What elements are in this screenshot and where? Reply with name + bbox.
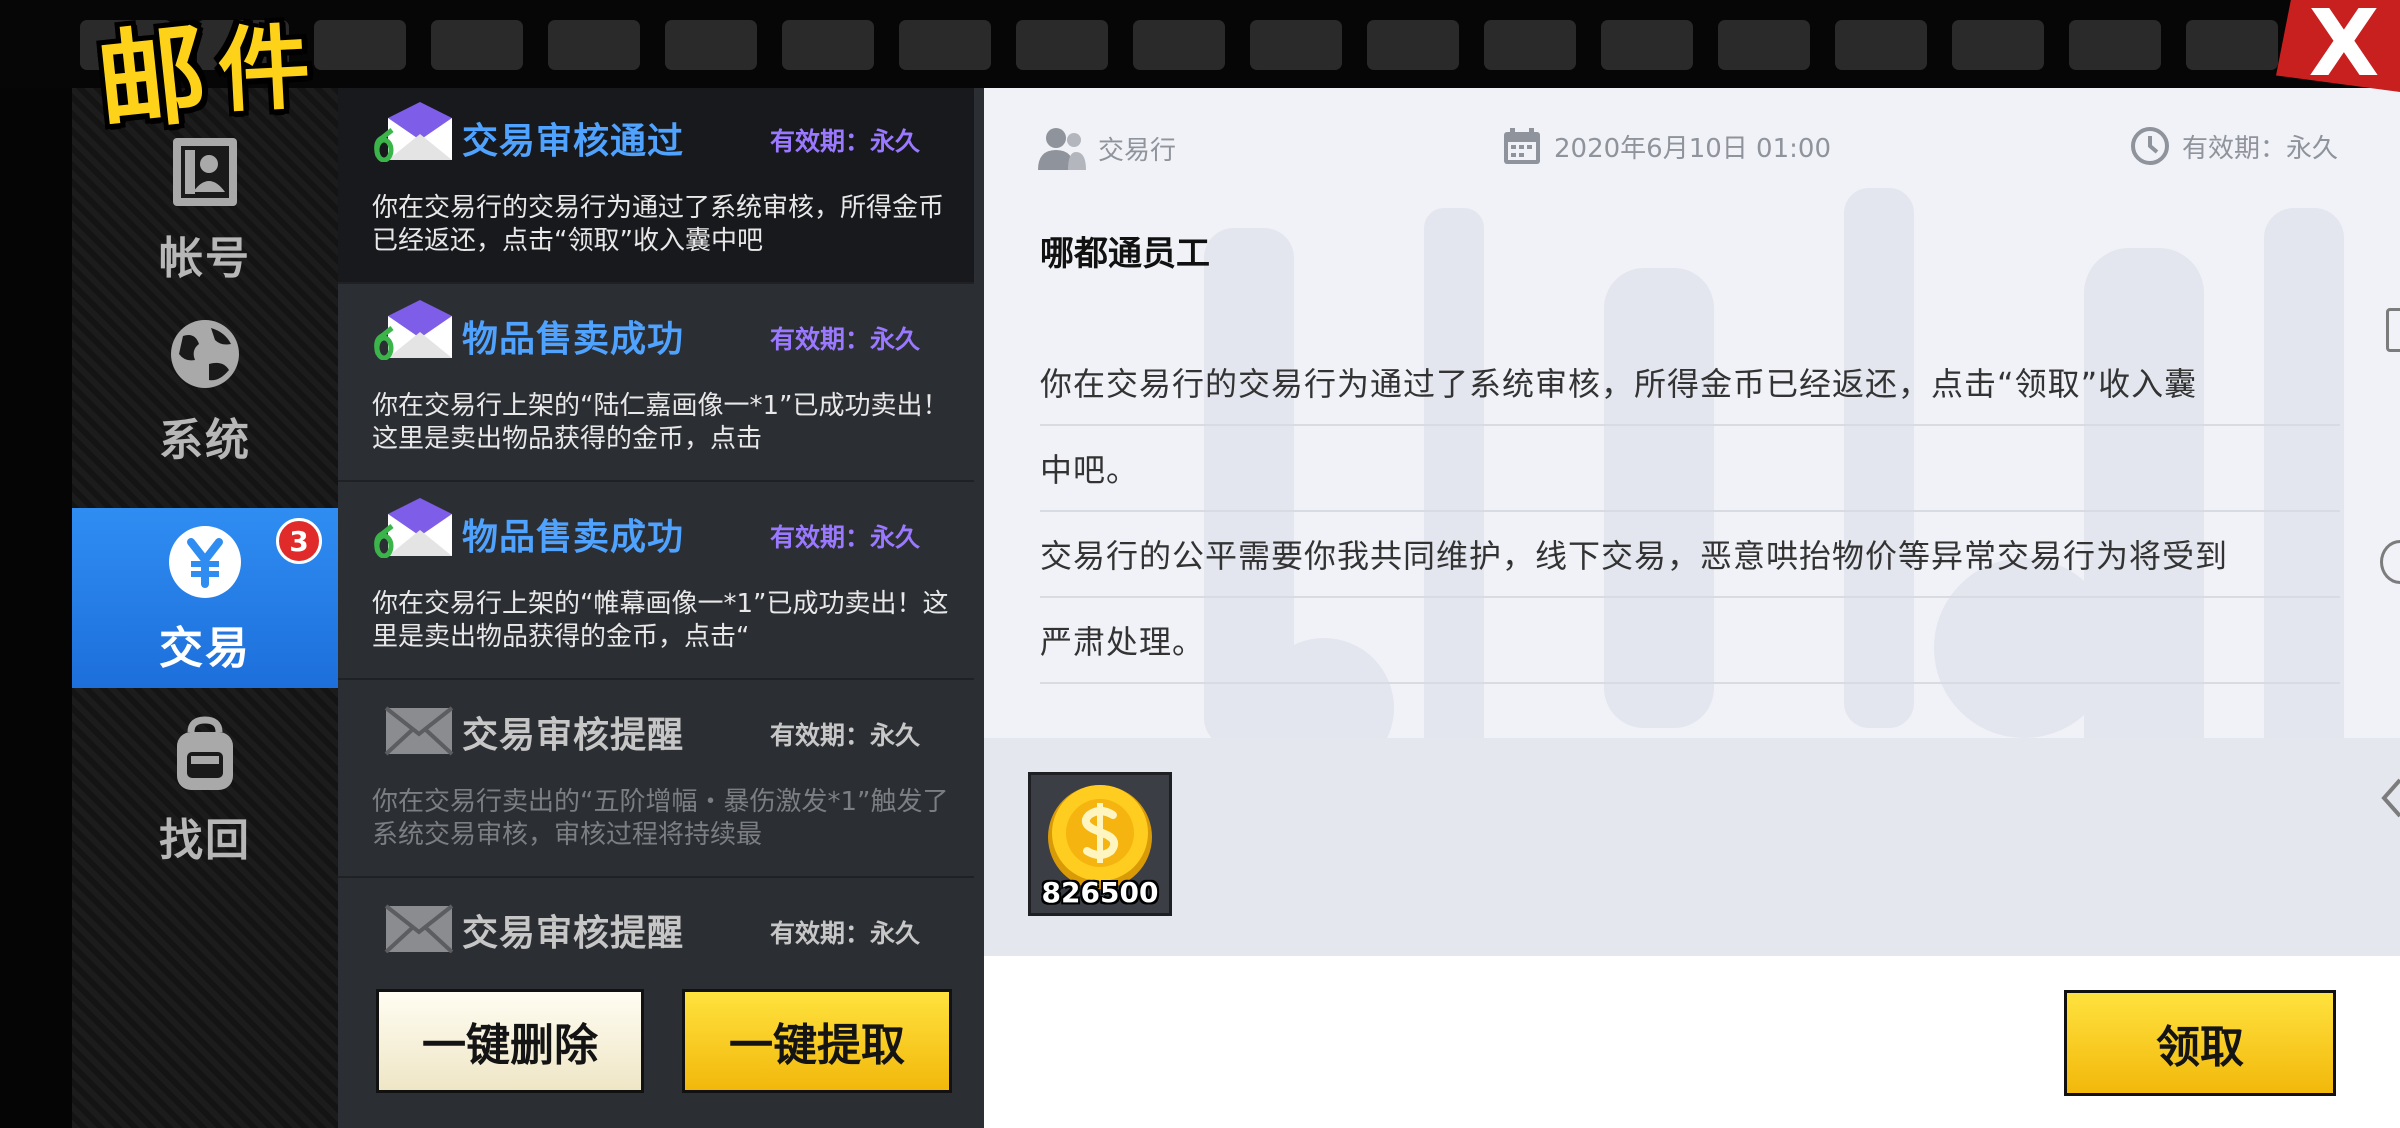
open-envelope-icon: [374, 298, 456, 361]
close-icon: X: [2308, 0, 2380, 97]
nav-label: 帐号: [159, 233, 251, 284]
people-icon: [1038, 128, 1086, 170]
mail-expiry: 有效期：永久: [770, 325, 921, 354]
mail-item[interactable]: 物品售卖成功 有效期：永久 你在交易行上架的“帷幕画像一*1”已成功卖出！这里是…: [338, 484, 974, 680]
attachment-quantity: 826500: [1041, 876, 1159, 909]
film-hole-decoration: [782, 20, 874, 70]
mail-title: 交易审核提醒: [462, 913, 685, 953]
nav-label: 系统: [159, 415, 251, 466]
mail-expiry-detail: 有效期：永久: [2182, 133, 2339, 164]
film-hole-decoration: [1016, 20, 1108, 70]
mail-title: 交易审核提醒: [462, 715, 685, 756]
closed-envelope-icon: [374, 892, 456, 953]
claim-button[interactable]: 领取: [2064, 990, 2336, 1096]
nav-item-trade[interactable]: 交易 3: [72, 508, 338, 688]
backpack-icon: [163, 712, 247, 796]
film-hole-decoration: [665, 20, 757, 70]
mail-preview: 你在交易行上架的“陆仁嘉画像一*1”已成功卖出！这里是卖出物品获得的金币，点击: [372, 391, 949, 454]
mail-item[interactable]: 交易审核提醒 有效期：永久: [338, 880, 974, 953]
mail-title: 交易审核通过: [462, 121, 685, 162]
nav-label: 交易: [159, 623, 251, 674]
nav-label: 找回: [159, 815, 251, 866]
mail-title-logo: 邮 件: [92, 8, 348, 148]
film-hole-decoration: [1601, 20, 1693, 70]
globe-icon: [163, 312, 247, 396]
nav-item-recover[interactable]: 找回: [72, 700, 338, 880]
attachment-slot[interactable]: 826500: [1028, 772, 1172, 916]
attachment-area: [984, 738, 2400, 956]
mail-item[interactable]: 交易审核提醒 有效期：永久 你在交易行卖出的“五阶增幅・暴伤激发*1”触发了系统…: [338, 682, 974, 878]
body-line: 中吧。: [1040, 426, 2340, 512]
mail-preview: 你在交易行的交易行为通过了系统审核，所得金币已经返还，点击“领取”收入囊中吧: [372, 193, 945, 256]
side-square-icon[interactable]: [2386, 308, 2400, 352]
category-sidebar: 帐号 系统 交易 3 找回: [72, 88, 338, 1128]
film-hole-decoration: [1133, 20, 1225, 70]
title-char-1: 邮: [91, 11, 213, 148]
film-hole-decoration: [548, 20, 640, 70]
side-back-icon[interactable]: [2380, 776, 2400, 820]
body-line: 交易行的公平需要你我共同维护，线下交易，恶意哄抬物价等异常交易行为将受到: [1040, 512, 2340, 598]
body-line: 严肃处理。: [1040, 598, 2340, 684]
closed-envelope-icon: [374, 694, 456, 756]
mail-date: 2020年6月10日 01:00: [1554, 133, 1831, 164]
open-envelope-icon: [374, 100, 456, 163]
mail-screen: 邮 件 X 帐号 系统 交易 3 找回 交易审核通过 有效期：永久 你在交易行的…: [0, 0, 2400, 1128]
film-hole-decoration: [1952, 20, 2044, 70]
sender-name: 交易行: [1098, 135, 1177, 166]
film-hole-decoration: [1718, 20, 1810, 70]
mail-item[interactable]: 物品售卖成功 有效期：永久 你在交易行上架的“陆仁嘉画像一*1”已成功卖出！这里…: [338, 286, 974, 482]
unread-count-badge: 3: [276, 518, 322, 564]
mail-expiry: 有效期：永久: [770, 127, 921, 156]
film-hole-decoration: [1250, 20, 1342, 70]
yen-coin-icon: [163, 520, 247, 604]
film-hole-decoration: [899, 20, 991, 70]
mail-item[interactable]: 交易审核通过 有效期：永久 你在交易行的交易行为通过了系统审核，所得金币已经返还…: [338, 88, 974, 284]
film-hole-decoration: [1484, 20, 1576, 70]
mail-list-footer: 一键删除 一键提取: [338, 953, 984, 1128]
calendar-icon: [1504, 128, 1540, 164]
body-line: 你在交易行的交易行为通过了系统审核，所得金币已经返还，点击“领取”收入囊: [1040, 340, 2340, 426]
mail-preview: 你在交易行卖出的“五阶增幅・暴伤激发*1”触发了系统交易审核，审核过程将持续最: [372, 787, 949, 850]
collect-all-button[interactable]: 一键提取: [682, 989, 952, 1093]
film-hole-decoration: [2186, 20, 2278, 70]
mail-detail-panel: 交易行 2020年6月10日 01:00 有效期：永久 哪都通员工 你在交易行的…: [984, 88, 2400, 1128]
mail-title: 物品售卖成功: [462, 319, 685, 360]
title-char-2: 件: [215, 13, 313, 126]
film-hole-decoration: [1835, 20, 1927, 70]
film-hole-decoration: [1367, 20, 1459, 70]
mail-list[interactable]: 交易审核通过 有效期：永久 你在交易行的交易行为通过了系统审核，所得金币已经返还…: [338, 88, 984, 953]
clock-icon: [2131, 127, 2169, 165]
mail-preview: 你在交易行上架的“帷幕画像一*1”已成功卖出！这里是卖出物品获得的金币，点击“: [372, 589, 949, 652]
nav-item-system[interactable]: 系统: [72, 300, 338, 480]
mail-expiry: 有效期：永久: [770, 523, 921, 552]
delete-all-button[interactable]: 一键删除: [376, 989, 644, 1093]
date-meta: 2020年6月10日 01:00: [1502, 126, 1831, 166]
open-envelope-icon: [374, 496, 456, 559]
film-hole-decoration: [431, 20, 523, 70]
recipient-greeting: 哪都通员工: [1040, 234, 1210, 274]
top-filmstrip-decoration: [0, 0, 2400, 88]
film-hole-decoration: [2069, 20, 2161, 70]
mail-expiry: 有效期：永久: [770, 721, 921, 750]
mail-expiry: 有效期：永久: [770, 919, 921, 948]
expiry-meta: 有效期：永久: [2130, 126, 2338, 166]
mail-title: 物品售卖成功: [462, 517, 685, 558]
sender-meta: 交易行: [1038, 126, 1176, 170]
